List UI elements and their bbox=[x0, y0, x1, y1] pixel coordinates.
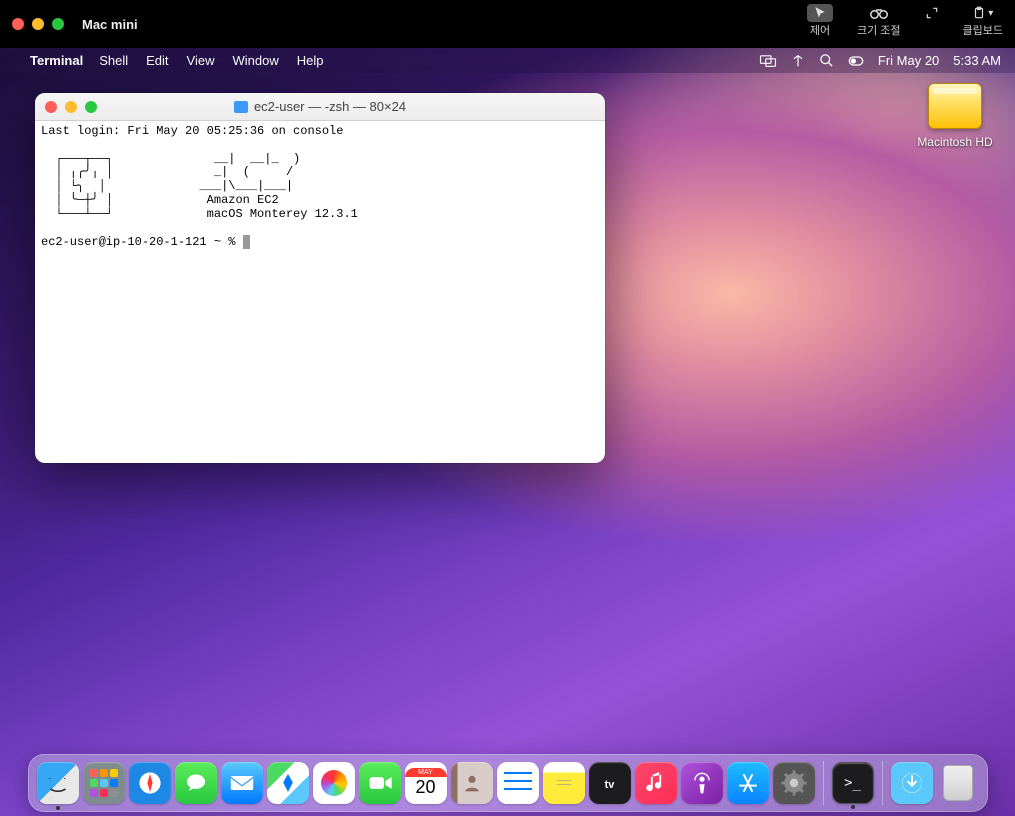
binoculars-icon bbox=[870, 4, 888, 22]
home-folder-icon bbox=[234, 101, 248, 113]
fullscreen-icon bbox=[925, 4, 939, 22]
terminal-traffic-lights bbox=[45, 101, 97, 113]
remote-tools: 제어 크기 조절 ▾ 클립보드 bbox=[807, 4, 1003, 38]
minimize-icon[interactable] bbox=[32, 18, 44, 30]
menubar-date[interactable]: Fri May 20 bbox=[878, 53, 939, 68]
harddrive-icon bbox=[928, 83, 982, 129]
dock-notes[interactable] bbox=[543, 762, 585, 804]
dock-messages[interactable] bbox=[175, 762, 217, 804]
desktop[interactable]: Terminal Shell Edit View Window Help Fri… bbox=[0, 48, 1015, 816]
menu-help[interactable]: Help bbox=[297, 53, 324, 68]
minimize-icon[interactable] bbox=[65, 101, 77, 113]
cursor-icon bbox=[243, 235, 250, 249]
dock-launchpad[interactable] bbox=[83, 762, 125, 804]
dock-contacts[interactable] bbox=[451, 762, 493, 804]
dock-facetime[interactable] bbox=[359, 762, 401, 804]
macintosh-hd-icon[interactable]: Macintosh HD bbox=[915, 83, 995, 149]
control-label: 제어 bbox=[810, 22, 830, 38]
hdd-label: Macintosh HD bbox=[915, 135, 995, 149]
trash-icon bbox=[943, 765, 973, 801]
scaling-label: 크기 조절 bbox=[857, 22, 901, 38]
menubar: Terminal Shell Edit View Window Help Fri… bbox=[0, 48, 1015, 73]
dock-tv[interactable]: tv bbox=[589, 762, 631, 804]
dock-trash[interactable] bbox=[937, 762, 979, 804]
dock-separator bbox=[823, 761, 824, 805]
menu-view[interactable]: View bbox=[187, 53, 215, 68]
close-icon[interactable] bbox=[12, 18, 24, 30]
spotlight-icon[interactable] bbox=[819, 53, 834, 68]
dock-mail[interactable] bbox=[221, 762, 263, 804]
dock-podcasts[interactable] bbox=[681, 762, 723, 804]
dock: MAY 20 tv >_ bbox=[28, 754, 988, 812]
terminal-title: ec2-user — -zsh — 80×24 bbox=[35, 99, 605, 114]
clipboard-icon: ▾ bbox=[972, 4, 993, 22]
terminal-window[interactable]: ec2-user — -zsh — 80×24 Last login: Fri … bbox=[35, 93, 605, 463]
fullscreen-tool[interactable] bbox=[925, 4, 939, 22]
tv-label: tv bbox=[605, 775, 615, 791]
clipboard-label: 클립보드 bbox=[963, 22, 1003, 38]
terminal-body[interactable]: Last login: Fri May 20 05:25:36 on conso… bbox=[35, 121, 605, 254]
terminal-titlebar[interactable]: ec2-user — -zsh — 80×24 bbox=[35, 93, 605, 121]
dock-terminal[interactable]: >_ bbox=[832, 762, 874, 804]
dock-photos[interactable] bbox=[313, 762, 355, 804]
dock-calendar[interactable]: MAY 20 bbox=[405, 762, 447, 804]
menu-window[interactable]: Window bbox=[233, 53, 279, 68]
prompt: ec2-user@ip-10-20-1-121 ~ % bbox=[41, 235, 243, 249]
dock-settings[interactable] bbox=[773, 762, 815, 804]
menu-edit[interactable]: Edit bbox=[146, 53, 168, 68]
control-center-icon[interactable] bbox=[848, 55, 864, 67]
dock-music[interactable] bbox=[635, 762, 677, 804]
dock-finder[interactable] bbox=[37, 762, 79, 804]
calendar-day: 20 bbox=[415, 777, 435, 798]
terminal-title-text: ec2-user — -zsh — 80×24 bbox=[254, 99, 406, 114]
dock-appstore[interactable] bbox=[727, 762, 769, 804]
screen-mirror-icon[interactable] bbox=[759, 54, 777, 68]
last-login-line: Last login: Fri May 20 05:25:36 on conso… bbox=[41, 124, 343, 138]
dock-separator bbox=[882, 761, 883, 805]
clipboard-tool[interactable]: ▾ 클립보드 bbox=[963, 4, 1003, 38]
control-tool[interactable]: 제어 bbox=[807, 4, 833, 38]
dock-downloads[interactable] bbox=[891, 762, 933, 804]
zoom-icon[interactable] bbox=[85, 101, 97, 113]
calendar-month: MAY bbox=[405, 768, 447, 777]
terminal-icon: >_ bbox=[844, 775, 861, 791]
remote-viewer-bar: Mac mini 제어 크기 조절 ▾ 클립보드 bbox=[0, 0, 1015, 48]
dock-safari[interactable] bbox=[129, 762, 171, 804]
input-source-icon[interactable] bbox=[791, 54, 805, 68]
remote-title: Mac mini bbox=[82, 17, 138, 32]
close-icon[interactable] bbox=[45, 101, 57, 113]
dock-reminders[interactable] bbox=[497, 762, 539, 804]
zoom-icon[interactable] bbox=[52, 18, 64, 30]
scaling-tool[interactable]: 크기 조절 bbox=[857, 4, 901, 38]
app-menu[interactable]: Terminal bbox=[30, 53, 83, 68]
remote-traffic-lights bbox=[12, 18, 64, 30]
menu-shell[interactable]: Shell bbox=[99, 53, 128, 68]
menubar-time[interactable]: 5:33 AM bbox=[953, 53, 1001, 68]
dock-maps[interactable] bbox=[267, 762, 309, 804]
cursor-icon bbox=[807, 4, 833, 22]
